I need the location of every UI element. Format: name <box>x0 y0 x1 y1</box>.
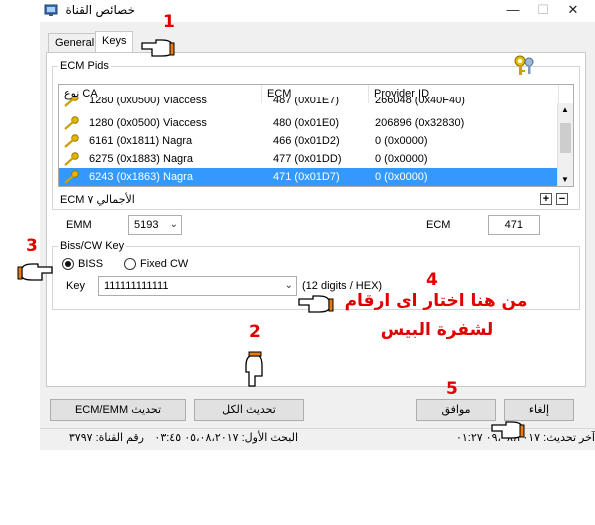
table-row[interactable]: 6275 (0x1883) Nagra 477 (0x01DD) 0 (0x00… <box>59 150 559 168</box>
ecm-pids-title: ECM Pids <box>58 60 111 72</box>
minimize-button[interactable]: — <box>498 0 528 22</box>
close-button[interactable]: ✕ <box>558 0 588 22</box>
scroll-down-icon[interactable]: ▼ <box>561 175 569 184</box>
row-provider: 206896 (0x32830) <box>375 117 465 129</box>
annotation-arabic-line2: لشفرة البيس <box>380 320 494 340</box>
ok-button[interactable]: موافق <box>416 399 496 421</box>
keys-icon <box>514 55 534 75</box>
update-ecm-emm-button[interactable]: ECM/EMM تحديث <box>50 399 186 421</box>
scroll-up-icon[interactable]: ▲ <box>561 105 569 114</box>
status-last-update: آخر تحديث: ٠٩،٠٨،٢٠١٧ ٠١:٢٧ <box>455 432 595 444</box>
pointing-hand-left-icon <box>141 39 175 57</box>
emm-select[interactable]: 5193 ⌄ <box>128 215 182 235</box>
pointing-hand-left-icon <box>491 421 525 439</box>
key-value: 111111111111 <box>104 280 169 292</box>
tab-keys[interactable]: Keys <box>95 31 134 53</box>
row-ca: 6275 (0x1883) Nagra <box>89 153 193 165</box>
emm-label: EMM <box>66 219 92 231</box>
annotation-number-1: 1 <box>163 12 175 32</box>
pointing-hand-left-icon <box>298 295 334 313</box>
status-channel-number: رقم القناة: ٣٧٩٧ <box>68 432 144 444</box>
annotation-arabic-line1: من هنا اختار اى ارقام <box>344 291 528 311</box>
row-provider: 0 (0x0000) <box>375 171 428 183</box>
status-first-search: البحث الأول: ٠٥،٠٨،٢٠١٧ ٠٣:٤٥ <box>154 432 298 444</box>
scrollbar-thumb[interactable] <box>560 123 571 153</box>
tab-general[interactable]: General <box>48 33 102 53</box>
key-icon <box>64 134 79 148</box>
row-provider: 266048 (0x40F40) <box>375 97 465 106</box>
row-ca: 6161 (0x1811) Nagra <box>89 135 193 147</box>
key-combo[interactable]: 111111111111 ⌄ <box>98 276 297 296</box>
emm-value: 5193 <box>134 219 159 231</box>
remove-ecm-button[interactable]: − <box>556 193 568 205</box>
row-ca: 1280 (0x0500) Viaccess <box>89 117 207 129</box>
row-ca: 1280 (0x0500) Viaccess <box>89 97 207 106</box>
chevron-down-icon: ⌄ <box>284 280 293 291</box>
add-ecm-button[interactable]: + <box>540 193 552 205</box>
update-all-button[interactable]: تحديث الكل <box>194 399 304 421</box>
radio-fixed-cw-label: Fixed CW <box>140 258 189 270</box>
pointing-hand-right-icon <box>17 263 53 281</box>
row-ca: 6243 (0x1863) Nagra <box>89 171 193 183</box>
annotation-number-4: 4 <box>426 270 438 290</box>
row-ecm: 471 (0x01D7) <box>273 171 340 183</box>
chevron-down-icon: ⌄ <box>169 219 178 230</box>
row-ecm: 487 (0x01E7) <box>273 97 340 106</box>
row-provider: 0 (0x0000) <box>375 153 428 165</box>
annotation-number-5: 5 <box>446 379 458 399</box>
app-icon <box>44 4 58 16</box>
row-ecm: 466 (0x01D2) <box>273 135 340 147</box>
key-icon <box>64 152 79 166</box>
table-row[interactable]: 1280 (0x0500) Viaccess 487 (0x01E7) 2660… <box>59 97 559 107</box>
table-row-selected[interactable]: 6243 (0x1863) Nagra 471 (0x01D7) 0 (0x00… <box>59 168 559 186</box>
ecm-value-field[interactable]: 471 <box>488 215 540 235</box>
key-icon <box>64 116 79 130</box>
radio-biss-label: BISS <box>78 258 104 270</box>
biss-key-title: Biss/CW Key <box>58 240 127 252</box>
key-icon <box>64 97 79 107</box>
ecm-total-label: ECM الأجمالي ٧ <box>60 194 135 206</box>
ecm-label: ECM <box>426 219 451 231</box>
table-row[interactable]: 6161 (0x1811) Nagra 466 (0x01D2) 0 (0x00… <box>59 132 559 150</box>
window-title: خصائص القناة <box>65 3 135 17</box>
key-label: Key <box>66 280 85 292</box>
pointing-hand-down-icon <box>245 351 263 387</box>
radio-fixed-cw[interactable] <box>124 258 136 270</box>
row-ecm: 480 (0x01E0) <box>273 117 340 129</box>
ecm-pids-list[interactable]: نوع CA ECM Provider ID 1280 (0x0500) Via… <box>58 84 574 187</box>
key-icon <box>64 170 79 184</box>
annotation-number-2: 2 <box>249 322 261 342</box>
list-scrollbar[interactable]: ▲ ▼ <box>557 103 573 186</box>
row-ecm: 477 (0x01DD) <box>273 153 342 165</box>
annotation-number-3: 3 <box>26 236 38 256</box>
maximize-button[interactable]: ☐ <box>528 0 558 22</box>
table-row[interactable]: 1280 (0x0500) Viaccess 480 (0x01E0) 2068… <box>59 114 559 132</box>
radio-biss[interactable] <box>62 258 74 270</box>
row-provider: 0 (0x0000) <box>375 135 428 147</box>
